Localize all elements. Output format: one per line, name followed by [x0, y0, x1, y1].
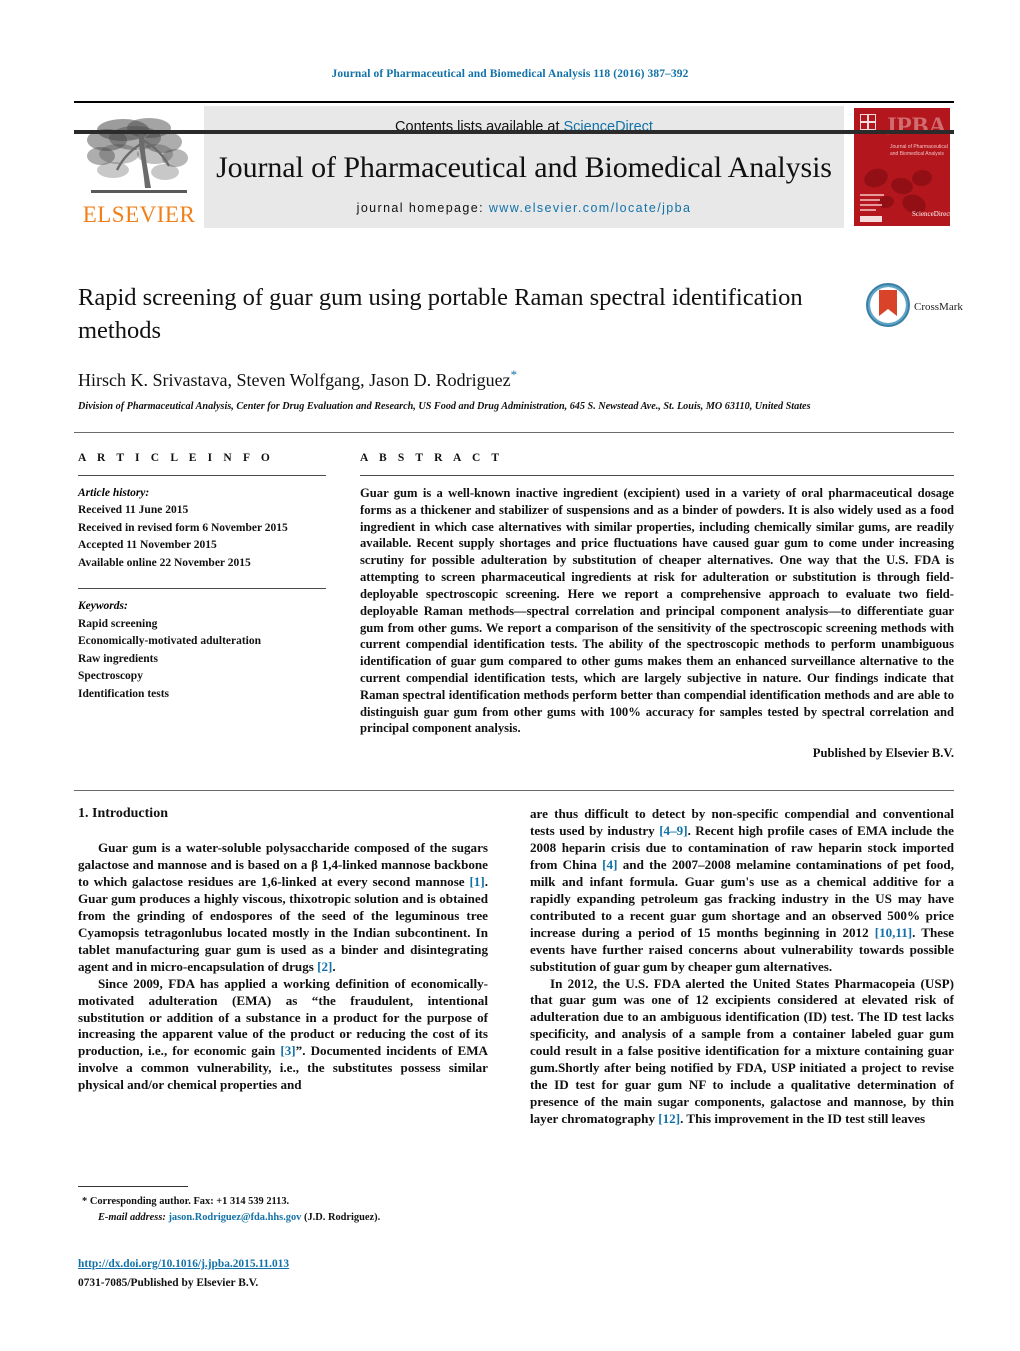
email-owner: (J.D. Rodriguez).: [304, 1211, 381, 1223]
footnote-marker: *: [82, 1196, 88, 1207]
elsevier-logo: ELSEVIER: [74, 106, 204, 228]
title-block: Rapid screening of guar gum using portab…: [78, 282, 848, 415]
history-item: Accepted 11 November 2015: [78, 539, 217, 552]
article-page: Journal of Pharmaceutical and Biomedical…: [0, 0, 1020, 1351]
article-info-divider: [78, 475, 326, 476]
keywords-divider: [78, 588, 326, 590]
email-link[interactable]: jason.Rodriguez@fda.hhs.gov: [168, 1212, 301, 1223]
page-title: Rapid screening of guar gum using portab…: [78, 284, 803, 344]
masthead-top-rule: [74, 101, 954, 103]
history-item: Available online 22 November 2015: [78, 556, 251, 569]
corresponding-author-marker: *: [510, 367, 518, 383]
crossmark-icon: [866, 282, 910, 332]
corresponding-author-line: * Corresponding author. Fax: +1 314 539 …: [78, 1194, 488, 1210]
svg-text:JPBA: JPBA: [884, 113, 947, 140]
masthead-center-panel: Contents lists available at ScienceDirec…: [204, 106, 844, 228]
email-line: E-mail address: jason.Rodriguez@fda.hhs.…: [78, 1210, 488, 1226]
article-history-group: Article history: Received 11 June 2015 R…: [78, 485, 326, 572]
doi-block: http://dx.doi.org/10.1016/j.jpba.2015.11…: [78, 1256, 498, 1291]
elsevier-wordmark: ELSEVIER: [82, 202, 196, 227]
footnote-rule: [78, 1186, 188, 1187]
paragraph: are thus difficult to detect by non-spec…: [530, 806, 954, 974]
citation-ref[interactable]: [10,11]: [875, 925, 912, 940]
citation-ref[interactable]: [4–9]: [659, 823, 687, 838]
body-column-left: 1. Introduction Guar gum is a water-solu…: [78, 806, 488, 1094]
citation-ref[interactable]: [4]: [602, 857, 617, 872]
keyword-item: Raw ingredients: [78, 652, 158, 665]
abstract-column: A B S T R A C T Guar gum is a well-known…: [360, 452, 954, 761]
keyword-item: Spectroscopy: [78, 670, 143, 683]
keywords-label: Keywords:: [78, 600, 128, 613]
author-names: Hirsch K. Srivastava, Steven Wolfgang, J…: [78, 370, 511, 391]
keyword-item: Rapid screening: [78, 617, 158, 630]
citation-ref[interactable]: [2]: [317, 959, 332, 974]
email-label: E-mail address:: [98, 1211, 166, 1223]
article-history-label: Article history:: [78, 487, 150, 499]
citation-ref[interactable]: [3]: [280, 1043, 295, 1058]
body-section-top-rule: [74, 790, 954, 791]
running-head: Journal of Pharmaceutical and Biomedical…: [331, 68, 689, 80]
elsevier-tree-icon: [83, 114, 195, 202]
corresponding-author-text: Corresponding author. Fax: +1 314 539 21…: [89, 1196, 290, 1207]
svg-text:Journal of Pharmaceutical: Journal of Pharmaceutical: [890, 144, 948, 150]
paragraph: In 2012, the U.S. FDA alerted the United…: [530, 975, 954, 1127]
paragraph: Since 2009, FDA has applied a working de…: [78, 975, 489, 1093]
citation-ref[interactable]: [12]: [658, 1111, 680, 1126]
author-list: Hirsch K. Srivastava, Steven Wolfgang, J…: [78, 367, 848, 391]
article-info-heading: A R T I C L E I N F O: [78, 452, 274, 464]
info-section-top-rule: [74, 432, 954, 433]
article-info-column: A R T I C L E I N F O Article history: R…: [78, 452, 326, 703]
history-item: Received 11 June 2015: [78, 504, 189, 517]
svg-text:ScienceDirect: ScienceDirect: [912, 210, 951, 218]
keyword-item: Economically-motivated adulteration: [78, 635, 262, 648]
journal-cover-thumbnail: JPBA Journal of Pharmaceutical and Biome…: [850, 106, 954, 228]
issn-copyright-line: 0731-7085/Published by Elsevier B.V.: [78, 1276, 259, 1289]
journal-title: Journal of Pharmaceutical and Biomedical…: [216, 151, 832, 184]
abstract-divider: [360, 475, 954, 476]
citation-ref[interactable]: [1]: [469, 874, 484, 889]
svg-text:and Biomedical Analysis: and Biomedical Analysis: [890, 151, 944, 157]
abstract-publisher-line: Published by Elsevier B.V.: [812, 746, 954, 761]
masthead-bottom-rule: [74, 130, 954, 134]
crossmark-label: CrossMark: [914, 301, 963, 313]
crossmark-badge[interactable]: CrossMark: [866, 282, 963, 332]
homepage-label: journal homepage:: [356, 201, 484, 215]
journal-masthead: ELSEVIER Contents lists available at Sci…: [74, 101, 954, 229]
homepage-url-link[interactable]: www.elsevier.com/locate/jpba: [489, 201, 691, 215]
keyword-item: Identification tests: [78, 687, 170, 700]
abstract-text: Guar gum is a well-known inactive ingred…: [360, 486, 954, 736]
doi-link[interactable]: http://dx.doi.org/10.1016/j.jpba.2015.11…: [78, 1256, 498, 1273]
section-heading-introduction: 1. Introduction: [78, 806, 168, 821]
abstract-heading: A B S T R A C T: [360, 452, 504, 464]
affiliation: Division of Pharmaceutical Analysis, Cen…: [78, 401, 811, 413]
paragraph: Guar gum is a water-soluble polysacchari…: [78, 840, 488, 974]
body-column-right: are thus difficult to detect by non-spec…: [530, 806, 954, 1128]
keywords-group: Keywords: Rapid screening Economically-m…: [78, 598, 326, 703]
history-item: Received in revised form 6 November 2015: [78, 521, 288, 534]
corresponding-author-footnote: * Corresponding author. Fax: +1 314 539 …: [78, 1186, 488, 1225]
journal-homepage-line: journal homepage: www.elsevier.com/locat…: [357, 201, 692, 215]
